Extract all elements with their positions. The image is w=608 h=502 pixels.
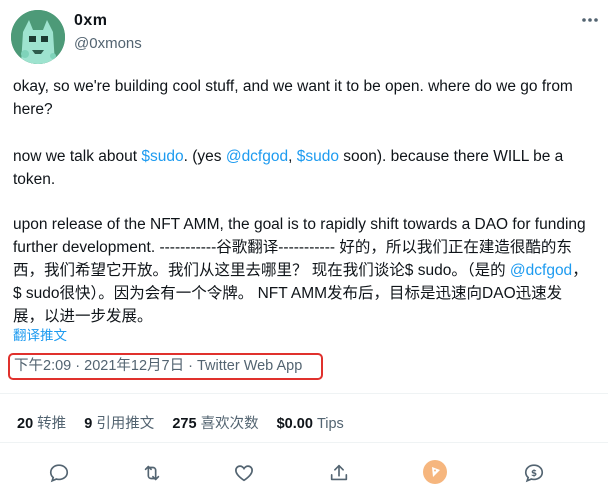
tweet-source[interactable]: Twitter Web App (197, 358, 302, 374)
text-run: upon release of the NFT AMM, the goal is… (13, 216, 586, 279)
like-icon[interactable] (231, 460, 257, 486)
count: 9 (84, 416, 93, 432)
translate-tweet-link[interactable]: 翻译推文 (13, 324, 67, 344)
count: 20 (17, 416, 34, 432)
divider (0, 393, 608, 394)
tweet-time[interactable]: 下午2:09 (14, 358, 71, 374)
mention-link-dcfgod[interactable]: @dcfgod (226, 148, 288, 165)
display-name[interactable]: 0xm (74, 12, 108, 30)
label: Tips (316, 416, 344, 432)
cashtag-link-sudo[interactable]: $sudo (297, 148, 339, 165)
label: 喜欢次数 (200, 416, 259, 432)
engagement-stats: 20 转推 9 引用推文 275 喜欢次数 $0.00 Tips (17, 412, 358, 433)
tweet-date[interactable]: 2021年12月7日 (84, 358, 184, 374)
like-count[interactable]: 275 喜欢次数 (172, 416, 258, 432)
tip-pizza-icon[interactable] (423, 460, 447, 484)
tip-dollar-icon[interactable]: $ (521, 460, 547, 486)
retweet-icon[interactable] (139, 460, 165, 486)
separator: · (71, 358, 85, 374)
quote-count[interactable]: 9 引用推文 (84, 416, 154, 432)
reply-icon[interactable] (46, 460, 72, 486)
mention-link-dcfgod[interactable]: @dcfgod (510, 262, 572, 279)
tweet-text: okay, so we're building cool stuff, and … (13, 75, 593, 328)
text-run: , (288, 148, 297, 165)
tweet-paragraph-3: upon release of the NFT AMM, the goal is… (13, 213, 593, 328)
more-options-icon[interactable] (580, 10, 600, 30)
action-bar: $ (0, 460, 608, 488)
label: 引用推文 (96, 416, 155, 432)
svg-text:$: $ (531, 469, 537, 479)
tips-count[interactable]: $0.00 Tips (277, 416, 344, 432)
separator: · (184, 358, 197, 374)
share-icon[interactable] (326, 460, 352, 486)
tweet-paragraph-2: now we talk about $sudo. (yes @dcfgod, $… (13, 145, 593, 191)
text-run: now we talk about (13, 148, 142, 165)
retweet-count[interactable]: 20 转推 (17, 416, 66, 432)
count: $0.00 (276, 416, 313, 432)
avatar[interactable] (11, 10, 65, 64)
divider (0, 442, 608, 443)
cashtag-link-sudo[interactable]: $sudo (141, 148, 183, 165)
tweet-paragraph-1: okay, so we're building cool stuff, and … (13, 78, 573, 118)
user-handle[interactable]: @0xmons (74, 35, 142, 52)
count: 275 (172, 416, 197, 432)
tweet-card: 0xm @0xmons okay, so we're building cool… (0, 0, 608, 502)
tweet-timestamp-highlight: 下午2:09 · 2021年12月7日 · Twitter Web App (8, 353, 323, 380)
label: 转推 (37, 416, 67, 432)
text-run: . (yes (183, 148, 226, 165)
